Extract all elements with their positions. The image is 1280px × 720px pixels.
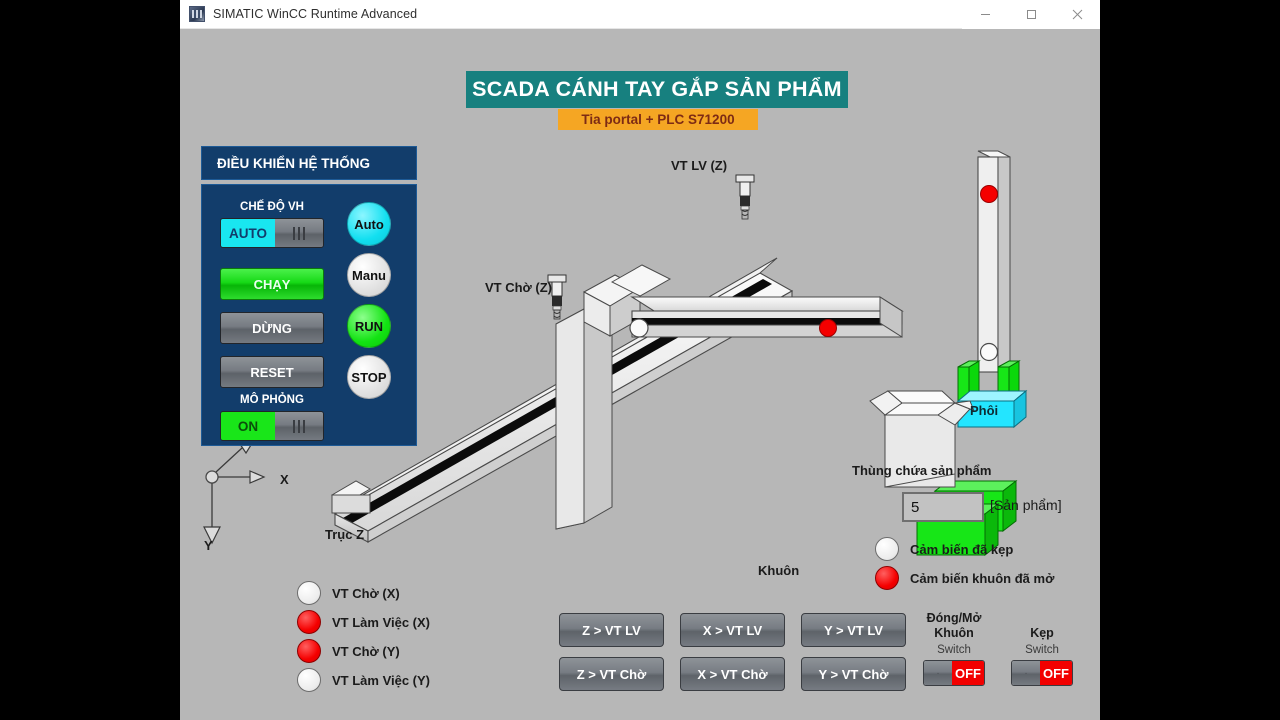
product-count-unit: [Sản phẩm] <box>990 497 1062 513</box>
legend-lamp <box>297 581 321 605</box>
toggle-grip-icon <box>275 219 323 247</box>
window-controls <box>962 0 1100 29</box>
legend-label: VT Làm Việc (Y) <box>332 672 431 688</box>
reset-button[interactable]: RESET <box>220 356 324 388</box>
stop-button[interactable]: DỪNG <box>220 312 324 344</box>
sensor-mold-open-label: Cảm biến khuôn đã mở <box>910 570 1055 586</box>
switch-handle-icon: · <box>924 661 952 685</box>
window-title: SIMATIC WinCC Runtime Advanced <box>213 7 418 21</box>
legend-lamp <box>297 610 321 634</box>
label-vt-cho-z: VT Chờ (Z) <box>485 280 553 295</box>
btn-x-to-vt-cho[interactable]: X > VT Chờ <box>680 657 785 691</box>
label-khuon: Khuôn <box>758 563 800 578</box>
label-truc-z: Trục Z <box>325 527 365 542</box>
product-count-field[interactable]: 5 <box>902 492 984 522</box>
clamp-switch-title: Kẹp <box>1030 626 1054 640</box>
mode-toggle-state: AUTO <box>221 219 275 247</box>
label-thung-chua: Thùng chứa sản phẩm <box>852 463 992 478</box>
label-vt-lv-z: VT LV (Z) <box>671 158 728 173</box>
axis-gizmo <box>203 436 266 545</box>
window-titlebar: SIMATIC WinCC Runtime Advanced <box>180 0 1100 29</box>
proximity-sensor-icon-lv <box>735 174 755 220</box>
minimize-icon[interactable] <box>962 0 1008 29</box>
control-panel: CHẾ ĐỘ VH AUTO CHẠY DỪNG RESET MÔ PHỎNG … <box>201 184 417 446</box>
mode-label: CHẾ ĐỘ VH <box>240 201 304 213</box>
mold-switch[interactable]: · OFF <box>923 660 985 686</box>
hmi-runtime-canvas: SCADA CÁNH TAY GẮP SẢN PHẨM Tia portal +… <box>180 29 1100 712</box>
label-phoi: Phôi <box>970 403 999 418</box>
sensor-mold-open: Cảm biến khuôn đã mở <box>875 566 1054 590</box>
mold-switch-sub: Switch <box>937 644 971 656</box>
legend-vt-lv-y: VT Làm Việc (Y) <box>297 668 430 692</box>
control-panel-title: ĐIỀU KHIỂN HỆ THỐNG <box>217 155 371 171</box>
lamp-manu: Manu <box>347 253 391 297</box>
lamp-run: RUN <box>347 304 391 348</box>
simulation-toggle-switch[interactable]: ON <box>220 411 324 441</box>
mold-switch-title: Đóng/Mở Khuôn <box>926 611 982 640</box>
btn-z-to-vt-lv[interactable]: Z > VT LV <box>559 613 664 647</box>
legend-vt-lv-x: VT Làm Việc (X) <box>297 610 430 634</box>
btn-x-to-vt-lv[interactable]: X > VT LV <box>680 613 785 647</box>
clamp-switch[interactable]: · OFF <box>1011 660 1073 686</box>
simulation-toggle-state: ON <box>221 412 275 440</box>
mold-switch-state: OFF <box>952 661 984 685</box>
legend-label: VT Chờ (X) <box>332 585 400 601</box>
clamp-switch-sub: Switch <box>1025 644 1059 656</box>
status-strip <box>180 712 1100 720</box>
legend-label: VT Làm Việc (X) <box>332 614 431 630</box>
axis-label-x: X <box>280 472 289 487</box>
product-count-value: 5 <box>911 498 920 516</box>
btn-z-to-vt-cho[interactable]: Z > VT Chờ <box>559 657 664 691</box>
toggle-grip-icon <box>275 412 323 440</box>
btn-y-to-vt-lv[interactable]: Y > VT LV <box>801 613 906 647</box>
sensor-clamped: Cảm biến đã kẹp <box>875 537 1013 561</box>
legend-lamp <box>297 639 321 663</box>
maximize-icon[interactable] <box>1008 0 1054 29</box>
control-panel-header: ĐIỀU KHIỂN HỆ THỐNG <box>201 146 417 180</box>
legend-lamp <box>297 668 321 692</box>
axis-label-y: Y <box>204 538 213 553</box>
legend-label: VT Chờ (Y) <box>332 643 400 659</box>
switch-handle-icon: · <box>1012 661 1040 685</box>
sensor-mold-open-lamp <box>875 566 899 590</box>
sensor-clamped-label: Cảm biến đã kẹp <box>910 541 1014 557</box>
lamp-auto: Auto <box>347 202 391 246</box>
run-button[interactable]: CHẠY <box>220 268 324 300</box>
lamp-stop: STOP <box>347 355 391 399</box>
close-icon[interactable] <box>1054 0 1100 29</box>
legend-vt-cho-y: VT Chờ (Y) <box>297 639 400 663</box>
clamp-switch-state: OFF <box>1040 661 1072 685</box>
sensor-clamped-lamp <box>875 537 899 561</box>
simulation-label: MÔ PHỎNG <box>240 394 304 406</box>
btn-y-to-vt-cho[interactable]: Y > VT Chờ <box>801 657 906 691</box>
simatic-icon <box>189 6 205 22</box>
mode-toggle-switch[interactable]: AUTO <box>220 218 324 248</box>
application-window: SIMATIC WinCC Runtime Advanced SCADA CÁN… <box>180 0 1100 720</box>
legend-vt-cho-x: VT Chờ (X) <box>297 581 400 605</box>
screen: SIMATIC WinCC Runtime Advanced SCADA CÁN… <box>0 0 1280 720</box>
